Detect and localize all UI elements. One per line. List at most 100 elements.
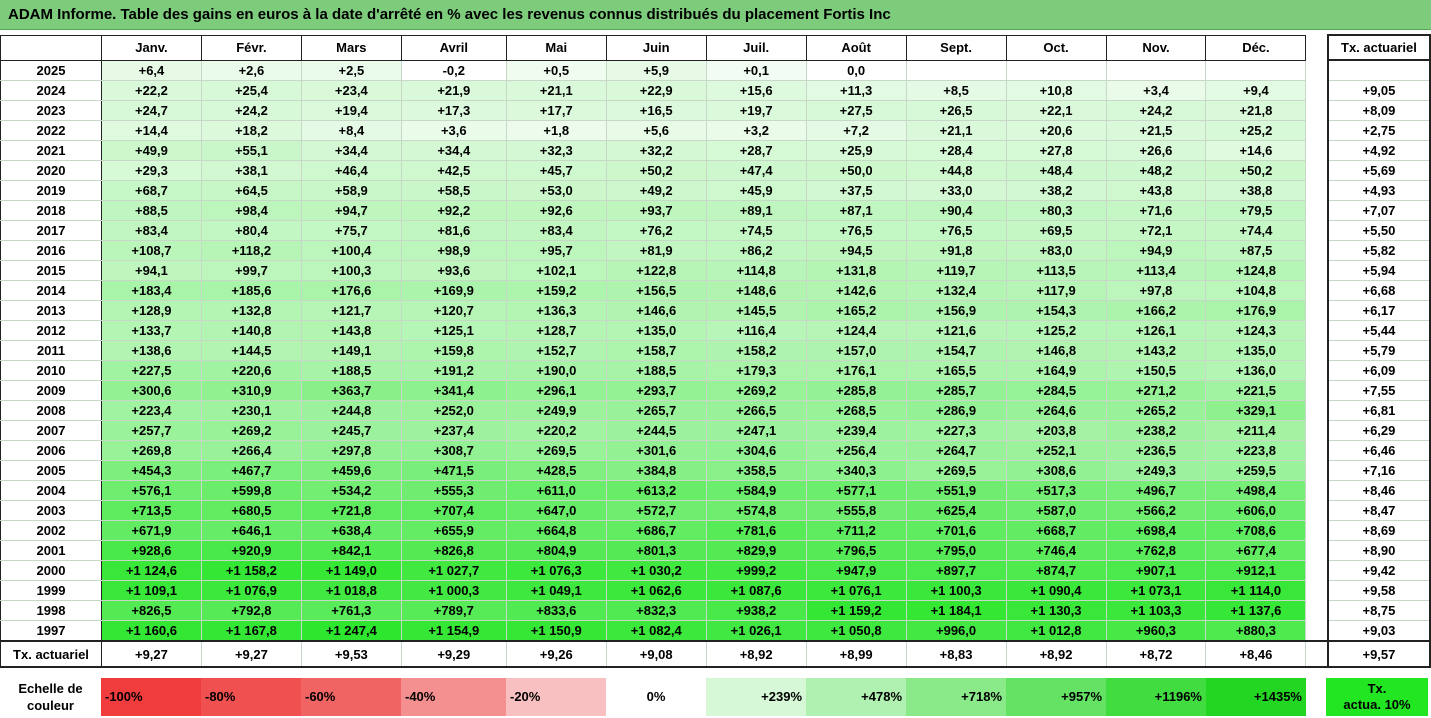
- table-row: 2025 +6,4 +2,6 +2,5 -0,2 +0,5 +5,9 +0,1 0,0: [0, 59, 1431, 81]
- gain-cell: +459,6: [300, 460, 402, 481]
- gain-cell: +874,7: [1005, 560, 1107, 581]
- gain-cell: +1 167,8: [200, 620, 302, 642]
- gain-cell: +638,4: [300, 520, 402, 541]
- actuarial-cell: +8,47: [1326, 500, 1431, 521]
- table-row: 2023 +24,7 +24,2 +19,4 +17,3 +17,7 +16,5 +19,7 +…: [0, 100, 1431, 121]
- gain-cell: +1 000,3: [400, 580, 507, 601]
- gain-cell: +6,4: [100, 59, 202, 81]
- gain-cell: +124,8: [1205, 260, 1307, 281]
- scale-step: +478%: [806, 678, 906, 716]
- gain-cell: +121,6: [905, 320, 1007, 341]
- gain-cell: +20,6: [1005, 120, 1107, 141]
- gain-cell: +297,8: [300, 440, 402, 461]
- gain-cell: +21,1: [905, 120, 1007, 141]
- gain-cell: +87,1: [805, 200, 907, 221]
- table-row: 2007 +257,7 +269,2 +245,7 +237,4 +220,2 +244,5…: [0, 420, 1431, 441]
- scale-actuarial-line: Tx.: [1367, 681, 1387, 696]
- gain-cell: +21,8: [1205, 100, 1307, 121]
- gain-cell: +76,2: [605, 220, 707, 241]
- gain-cell: +18,2: [200, 120, 302, 141]
- gain-cell: +125,1: [400, 320, 507, 341]
- year-cell: 2023: [0, 100, 102, 121]
- gain-cell: +11,3: [805, 80, 907, 101]
- gain-cell: +252,0: [400, 400, 507, 421]
- table-row: 2016 +108,7 +118,2 +100,4 +98,9 +95,7 +81,9 +86…: [0, 240, 1431, 261]
- footer-cell: +8,99: [805, 640, 907, 668]
- column-gap: [1305, 400, 1328, 421]
- gain-cell: +14,4: [100, 120, 202, 141]
- gain-cell: +16,5: [605, 100, 707, 121]
- gain-cell: +0,1: [705, 59, 807, 81]
- scale-step: +718%: [906, 678, 1006, 716]
- gain-cell: +183,4: [100, 280, 202, 301]
- gain-cell: +158,2: [705, 340, 807, 361]
- gain-cell: +655,9: [400, 520, 507, 541]
- year-cell: 2015: [0, 260, 102, 281]
- gain-cell: +53,0: [505, 180, 607, 201]
- gain-cell: +83,4: [505, 220, 607, 241]
- gain-cell: +269,8: [100, 440, 202, 461]
- gain-cell: +721,8: [300, 500, 402, 521]
- gain-cell: +76,5: [805, 220, 907, 241]
- gain-cell: +159,8: [400, 340, 507, 361]
- year-cell: 2012: [0, 320, 102, 341]
- column-gap: [1305, 540, 1328, 561]
- actuarial-cell: +5,50: [1326, 220, 1431, 241]
- year-cell: 2016: [0, 240, 102, 261]
- footer-cell: +9,27: [200, 640, 302, 668]
- gain-cell: +1 149,0: [300, 560, 402, 581]
- gain-cell: +94,1: [100, 260, 202, 281]
- actuarial-cell: +8,90: [1326, 540, 1431, 561]
- month-header: Oct.: [1005, 34, 1107, 61]
- year-cell: 1999: [0, 580, 102, 601]
- month-header: Mars: [300, 34, 402, 61]
- gain-cell: +1 012,8: [1005, 620, 1107, 642]
- gain-cell: +135,0: [1205, 340, 1307, 361]
- footer-actuarial: +9,57: [1326, 640, 1431, 668]
- scale-actuarial-line: actua. 10%: [1343, 697, 1411, 712]
- gain-cell: +93,7: [605, 200, 707, 221]
- gain-cell: +264,7: [905, 440, 1007, 461]
- gain-cell: +152,7: [505, 340, 607, 361]
- gain-cell: +149,1: [300, 340, 402, 361]
- gain-cell: +832,3: [605, 600, 707, 621]
- table-row: 2022 +14,4 +18,2 +8,4 +3,6 +1,8 +5,6 +3,2 +7,2 +2…: [0, 120, 1431, 141]
- gain-cell: +1 090,4: [1005, 580, 1107, 601]
- gain-cell: +165,5: [905, 360, 1007, 381]
- year-cell: 2022: [0, 120, 102, 141]
- gain-cell: +1 137,6: [1205, 600, 1307, 621]
- table-row: 2018 +88,5 +98,4 +94,7 +92,2 +92,6 +93,7 +89,1 +…: [0, 200, 1431, 221]
- gain-cell: +49,9: [100, 140, 202, 161]
- gain-cell: +781,6: [705, 520, 807, 541]
- column-gap: [1305, 420, 1328, 441]
- scale-step: -40%: [401, 678, 506, 716]
- gain-cell: +113,5: [1005, 260, 1107, 281]
- gain-cell: +804,9: [505, 540, 607, 561]
- gain-cell: +826,8: [400, 540, 507, 561]
- gain-cell: +574,8: [705, 500, 807, 521]
- scale-step: -100%: [101, 678, 201, 716]
- gain-cell: [1005, 59, 1107, 81]
- gain-cell: +259,5: [1205, 460, 1307, 481]
- gain-cell: +1 062,6: [605, 580, 707, 601]
- gain-cell: +897,7: [905, 560, 1007, 581]
- gain-cell: +912,1: [1205, 560, 1307, 581]
- gain-cell: +1,8: [505, 120, 607, 141]
- actuarial-cell: +8,75: [1326, 600, 1431, 621]
- gain-cell: +17,3: [400, 100, 507, 121]
- gain-cell: +133,7: [100, 320, 202, 341]
- gain-cell: +269,5: [905, 460, 1007, 481]
- gain-cell: +25,9: [805, 140, 907, 161]
- table-row: 2012 +133,7 +140,8 +143,8 +125,1 +128,7 +135,0…: [0, 320, 1431, 341]
- gain-cell: +1 109,1: [100, 580, 202, 601]
- gain-cell: +25,2: [1205, 120, 1307, 141]
- gain-cell: +80,3: [1005, 200, 1107, 221]
- gain-cell: +97,8: [1105, 280, 1207, 301]
- gain-cell: +625,4: [905, 500, 1007, 521]
- gain-cell: +286,9: [905, 400, 1007, 421]
- gain-cell: +236,5: [1105, 440, 1207, 461]
- gain-cell: +1 049,1: [505, 580, 607, 601]
- gain-cell: +711,2: [805, 520, 907, 541]
- gain-cell: +158,7: [605, 340, 707, 361]
- column-gap: [1305, 240, 1328, 261]
